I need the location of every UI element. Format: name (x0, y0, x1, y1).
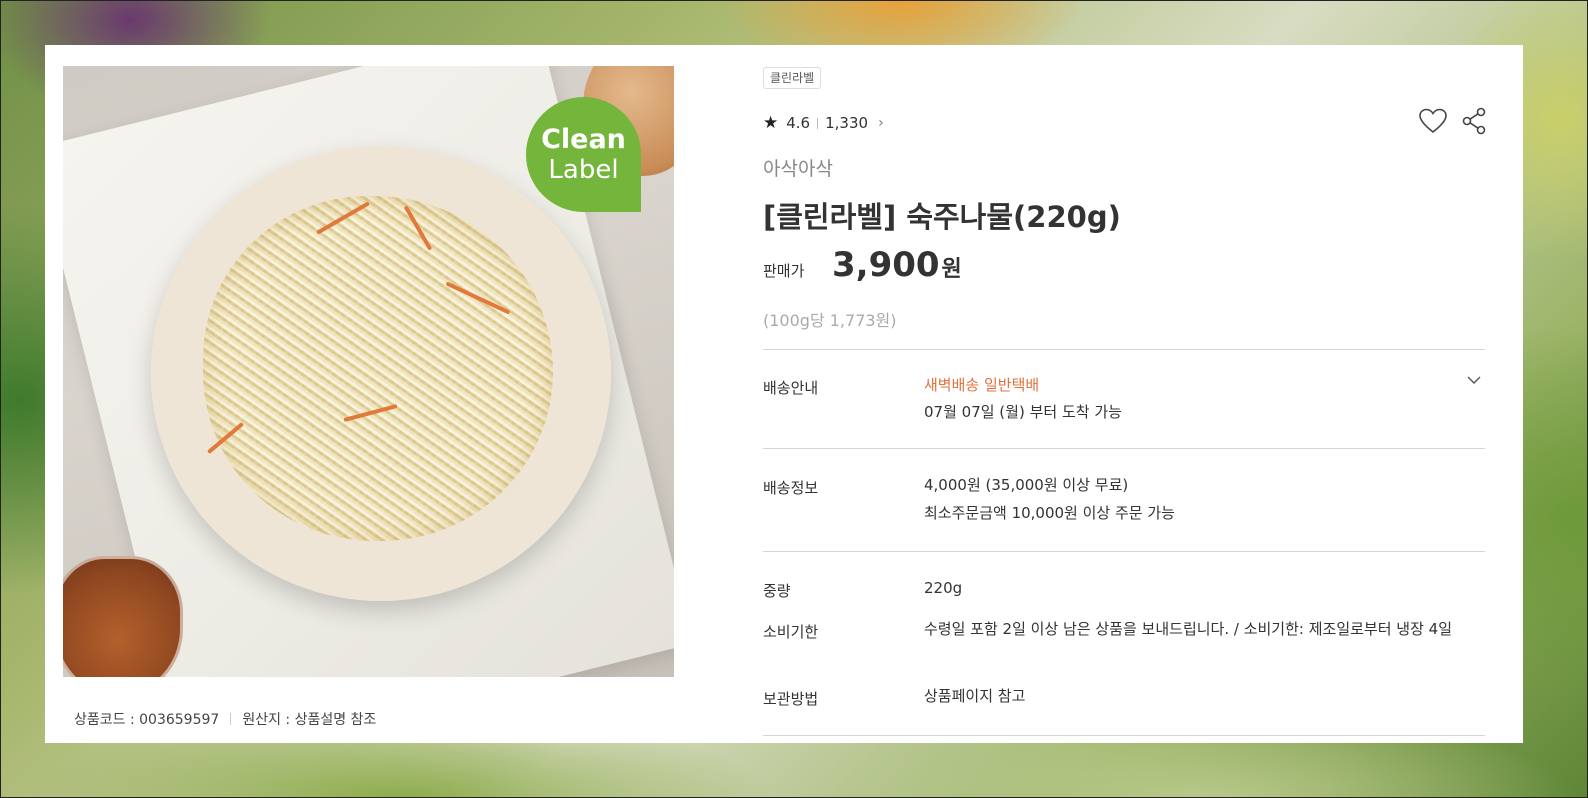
shipping-fee: 4,000원 (35,000원 이상 무료) (924, 476, 1129, 494)
delivery-types: 새벽배송 일반택배 (924, 376, 1040, 394)
product-code: 상품코드 : 003659597 (74, 712, 220, 728)
syrup-bowl-graphic (63, 556, 183, 677)
price-row: 판매가 3,900 원 (763, 245, 962, 285)
share-icon (1462, 107, 1486, 135)
unit-price: (100g당 1,773원) (763, 311, 897, 330)
chevron-right-icon: › (878, 115, 884, 131)
price-label: 판매가 (763, 262, 805, 280)
delivery-arrival: 07월 07일 (월) 부터 도착 가능 (924, 403, 1122, 421)
chevron-down-icon (1467, 376, 1481, 384)
divider (763, 349, 1485, 350)
delivery-label: 배송안내 (763, 379, 819, 397)
star-icon: ★ (763, 113, 779, 133)
product-meta: 상품코드 : 003659597 원산지 : 상품설명 참조 (74, 709, 376, 729)
divider (763, 448, 1485, 449)
delivery-expand-button[interactable] (1467, 370, 1481, 389)
rating-divider (817, 117, 819, 129)
price-unit: 원 (941, 257, 962, 282)
price-value: 3,900 (832, 245, 940, 285)
product-card: Clean Label 상품코드 : 003659597 원산지 : 상품설명 … (45, 45, 1523, 743)
expiry-value: 수령일 포함 2일 이상 남은 상품을 보내드립니다. / 소비기한: 제조일로… (924, 620, 1453, 638)
shipping-label: 배송정보 (763, 479, 819, 497)
badge-line1: Clean (541, 124, 626, 155)
rating-summary[interactable]: ★ 4.6 1,330 › (763, 113, 884, 133)
rating-value: 4.6 (786, 114, 811, 132)
heart-icon (1419, 108, 1447, 134)
divider (763, 735, 1485, 736)
shipping-minimum: 최소주문금액 10,000원 이상 주문 가능 (924, 504, 1175, 522)
storage-label: 보관방법 (763, 690, 819, 708)
divider (763, 551, 1485, 552)
expiry-label: 소비기한 (763, 623, 819, 641)
product-image: Clean Label (63, 66, 674, 677)
clean-label-badge: Clean Label (526, 97, 641, 212)
meta-divider (230, 713, 232, 725)
product-title: [클린라벨] 숙주나물(220g) (763, 200, 1121, 234)
badge-line2: Label (548, 155, 619, 185)
weight-label: 중량 (763, 582, 791, 600)
storage-value: 상품페이지 참고 (924, 687, 1026, 705)
bean-sprouts-graphic (203, 196, 553, 541)
product-info: 클린라벨 ★ 4.6 1,330 › 아삭아삭 [클린라벨] 숙주나물(220g… (763, 45, 1486, 743)
product-origin: 원산지 : 상품설명 참조 (242, 712, 377, 728)
clean-label-tag: 클린라벨 (763, 67, 822, 89)
review-count: 1,330 (825, 114, 869, 132)
wishlist-button[interactable] (1417, 105, 1449, 137)
share-button[interactable] (1458, 105, 1490, 137)
weight-value: 220g (924, 579, 963, 597)
brand-name: 아삭아삭 (763, 158, 833, 180)
